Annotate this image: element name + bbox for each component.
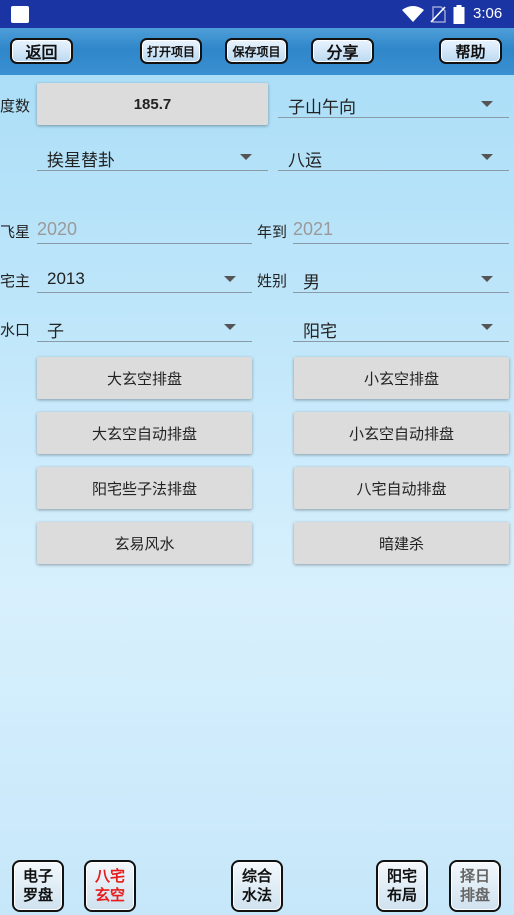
house-type-value: 阳宅 bbox=[303, 322, 337, 342]
chevron-down-icon bbox=[224, 324, 236, 330]
xuanyi-fengshui-button[interactable]: 玄易风水 bbox=[37, 522, 252, 564]
nav-yangzhai-layout-button[interactable]: 阳宅 布局 bbox=[376, 860, 428, 912]
nav-label-line1: 综合 bbox=[241, 867, 272, 885]
yangzhai-xiezi-button[interactable]: 阳宅些子法排盘 bbox=[37, 467, 252, 509]
share-button[interactable]: 分享 bbox=[311, 38, 374, 64]
sim-icon bbox=[430, 6, 446, 23]
big-xuankong-button[interactable]: 大玄空排盘 bbox=[37, 357, 252, 399]
chevron-down-icon bbox=[481, 324, 493, 330]
nav-label-line2: 水法 bbox=[241, 886, 272, 904]
year-to-input[interactable]: 2021 bbox=[293, 219, 333, 240]
chevron-down-icon bbox=[481, 101, 493, 107]
nav-water-method-button[interactable]: 综合 水法 bbox=[231, 860, 283, 912]
nav-label-line2: 罗盘 bbox=[22, 886, 53, 904]
year-to-label: 年到 bbox=[257, 223, 288, 241]
anjiansha-button[interactable]: 暗建杀 bbox=[294, 522, 509, 564]
small-xuankong-auto-button[interactable]: 小玄空自动排盘 bbox=[294, 412, 509, 454]
nav-label-line1: 阳宅 bbox=[386, 867, 417, 885]
help-button[interactable]: 帮助 bbox=[439, 38, 502, 64]
nav-compass-button[interactable]: 电子 罗盘 bbox=[12, 860, 64, 912]
spinner-underline bbox=[37, 341, 252, 342]
chevron-down-icon bbox=[481, 276, 493, 282]
nav-label-line1: 电子 bbox=[22, 867, 53, 885]
status-bar: 3:06 bbox=[0, 0, 514, 28]
battery-icon bbox=[453, 5, 465, 24]
nav-label-line2: 排盘 bbox=[459, 886, 490, 904]
nav-bazhai-xuankong-button[interactable]: 八宅 玄空 bbox=[84, 860, 136, 912]
spinner-underline bbox=[37, 292, 252, 293]
water-value: 子 bbox=[47, 322, 64, 342]
app-icon bbox=[11, 6, 29, 23]
spinner-underline bbox=[278, 117, 509, 118]
mountain-value: 子山午向 bbox=[288, 98, 356, 118]
chevron-down-icon bbox=[481, 154, 493, 160]
spinner-underline bbox=[37, 170, 268, 171]
wifi-icon bbox=[402, 6, 424, 22]
back-button[interactable]: 返回 bbox=[10, 38, 73, 64]
degree-label: 度数 bbox=[0, 97, 31, 115]
save-project-button[interactable]: 保存项目 bbox=[225, 38, 288, 64]
status-time: 3:06 bbox=[473, 5, 503, 22]
degree-button[interactable]: 185.7 bbox=[37, 83, 268, 125]
open-project-button[interactable]: 打开项目 bbox=[140, 38, 202, 64]
big-xuankong-auto-button[interactable]: 大玄空自动排盘 bbox=[37, 412, 252, 454]
gender-value: 男 bbox=[303, 273, 320, 293]
nav-label-line2: 布局 bbox=[386, 886, 417, 904]
nav-label-line1: 择日 bbox=[459, 867, 490, 885]
input-underline bbox=[37, 243, 252, 244]
input-underline bbox=[293, 243, 509, 244]
small-xuankong-button[interactable]: 小玄空排盘 bbox=[294, 357, 509, 399]
gender-label: 姓别 bbox=[257, 272, 288, 290]
period-value: 八运 bbox=[288, 151, 322, 171]
year-from-input[interactable]: 2020 bbox=[37, 219, 77, 240]
nav-label-line2: 玄空 bbox=[94, 886, 125, 904]
chevron-down-icon bbox=[224, 276, 236, 282]
nav-label-line1: 八宅 bbox=[94, 867, 125, 885]
water-label: 水口 bbox=[0, 321, 31, 339]
method-value: 挨星替卦 bbox=[47, 151, 115, 171]
owner-label: 宅主 bbox=[0, 272, 31, 290]
bazhai-auto-button[interactable]: 八宅自动排盘 bbox=[294, 467, 509, 509]
flying-star-label: 飞星 bbox=[0, 223, 31, 241]
chevron-down-icon bbox=[240, 154, 252, 160]
owner-year-value: 2013 bbox=[47, 269, 85, 288]
spinner-underline bbox=[293, 341, 509, 342]
spinner-underline bbox=[278, 170, 509, 171]
spinner-underline bbox=[293, 292, 509, 293]
nav-date-selection-button[interactable]: 择日 排盘 bbox=[449, 860, 501, 912]
